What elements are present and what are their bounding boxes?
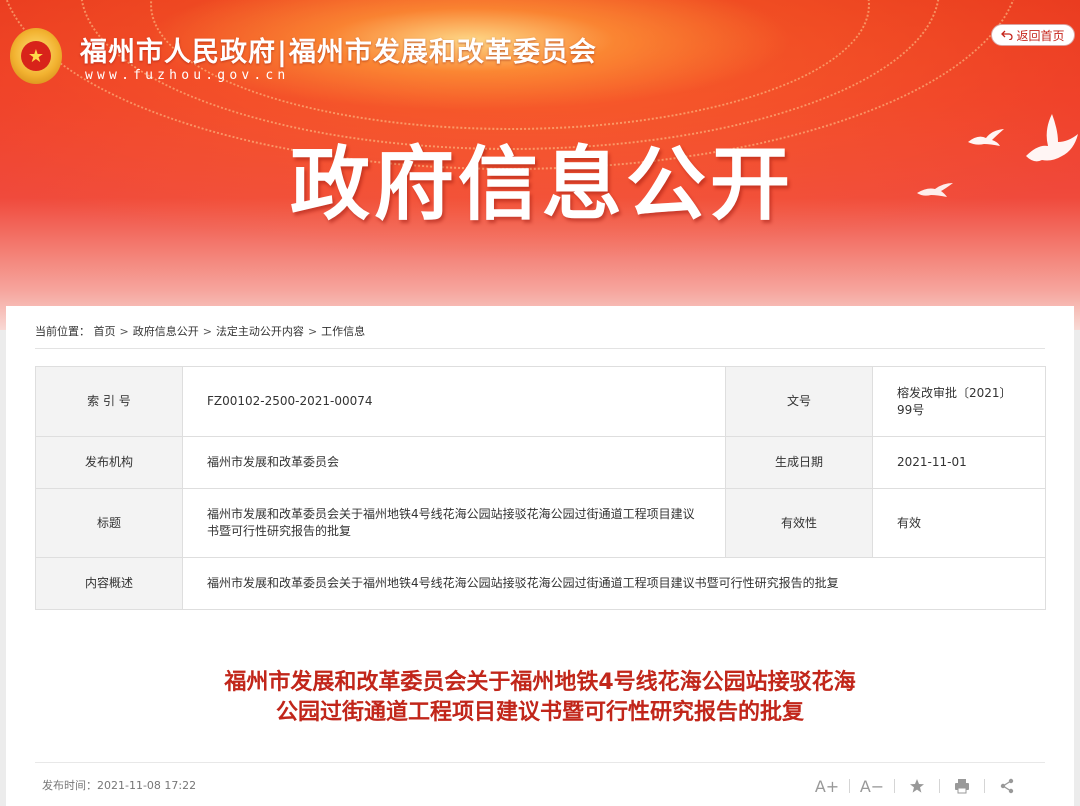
- validity-value: 有效: [872, 488, 1046, 558]
- star-icon: [910, 779, 924, 793]
- font-increase-button[interactable]: A+: [805, 775, 849, 797]
- publisher-value: 福州市发展和改革委员会: [182, 436, 726, 489]
- breadcrumb-arrow: >: [202, 325, 212, 338]
- article-title-line-1: 福州市发展和改革委员会关于福州地铁4号线花海公园站接驳花海: [224, 670, 856, 695]
- print-button[interactable]: [940, 775, 984, 797]
- table-row: 索 引 号 FZ00102-2500-2021-00074 文号 榕发改审批〔2…: [35, 366, 1046, 437]
- site-title[interactable]: 福州市人民政府|福州市发展和改革委员会: [80, 30, 597, 69]
- breadcrumb-prefix: 当前位置：: [35, 325, 90, 338]
- site-title-government[interactable]: 福州市人民政府: [80, 37, 276, 68]
- index-label: 索 引 号: [35, 366, 183, 437]
- return-home-button[interactable]: 返回首页: [991, 24, 1075, 46]
- date-value: 2021-11-01: [872, 436, 1046, 489]
- share-button[interactable]: [985, 775, 1029, 797]
- table-row: 内容概述 福州市发展和改革委员会关于福州地铁4号线花海公园站接驳花海公园过街通道…: [35, 557, 1046, 610]
- validity-label: 有效性: [725, 488, 873, 558]
- dove-icon: [1026, 114, 1078, 162]
- table-row: 发布机构 福州市发展和改革委员会 生成日期 2021-11-01: [35, 436, 1046, 489]
- summary-label: 内容概述: [35, 557, 183, 610]
- print-icon: [955, 779, 969, 794]
- date-label: 生成日期: [725, 436, 873, 489]
- dove-icon: [917, 183, 953, 197]
- breadcrumb-arrow: >: [307, 325, 318, 338]
- breadcrumb-divider: [35, 348, 1045, 349]
- breadcrumb-item-home[interactable]: 首页: [94, 325, 116, 338]
- banner-heading: 政府信息公开: [290, 138, 794, 231]
- doc-number-label: 文号: [725, 366, 873, 437]
- return-arrow-icon: [1001, 30, 1014, 40]
- site-title-department[interactable]: 福州市发展和改革委员会: [289, 37, 597, 68]
- favorite-button[interactable]: [895, 775, 939, 797]
- title-label: 标题: [35, 488, 183, 558]
- breadcrumb-item-work-info[interactable]: 工作信息: [321, 325, 365, 338]
- site-title-separator: |: [277, 37, 288, 68]
- breadcrumb: 当前位置： 首页 > 政府信息公开 > 法定主动公开内容 > 工作信息: [35, 323, 365, 339]
- doc-number-value: 榕发改审批〔2021〕99号: [872, 366, 1046, 437]
- site-url: www.fuzhou.gov.cn: [85, 68, 290, 83]
- breadcrumb-item-statutory-content[interactable]: 法定主动公开内容: [216, 325, 304, 338]
- article-title: 福州市发展和改革委员会关于福州地铁4号线花海公园站接驳花海 公园过街通道工程项目…: [0, 668, 1080, 728]
- header-banner: ★ 福州市人民政府|福州市发展和改革委员会 www.fuzhou.gov.cn …: [0, 0, 1080, 330]
- document-info-table: 索 引 号 FZ00102-2500-2021-00074 文号 榕发改审批〔2…: [35, 366, 1046, 610]
- article-divider: [35, 762, 1045, 763]
- font-decrease-button[interactable]: A−: [850, 775, 894, 797]
- share-icon: [1000, 778, 1014, 794]
- index-value: FZ00102-2500-2021-00074: [182, 366, 726, 437]
- dove-icon: [968, 129, 1004, 146]
- table-row: 标题 福州市发展和改革委员会关于福州地铁4号线花海公园站接驳花海公园过街通道工程…: [35, 488, 1046, 558]
- title-value: 福州市发展和改革委员会关于福州地铁4号线花海公园站接驳花海公园过街通道工程项目建…: [182, 488, 726, 558]
- national-emblem-icon: ★: [10, 28, 62, 84]
- breadcrumb-arrow: >: [119, 325, 129, 338]
- return-home-label: 返回首页: [1016, 28, 1065, 43]
- publish-time: 发布时间：2021-11-08 17:22: [42, 779, 197, 792]
- article-title-line-2: 公园过街通道工程项目建议书暨可行性研究报告的批复: [275, 700, 804, 725]
- summary-value: 福州市发展和改革委员会关于福州地铁4号线花海公园站接驳花海公园过街通道工程项目建…: [182, 557, 1046, 610]
- publisher-label: 发布机构: [35, 436, 183, 489]
- breadcrumb-item-gov-info[interactable]: 政府信息公开: [133, 325, 199, 338]
- article-toolbar: A+ A−: [805, 775, 1029, 797]
